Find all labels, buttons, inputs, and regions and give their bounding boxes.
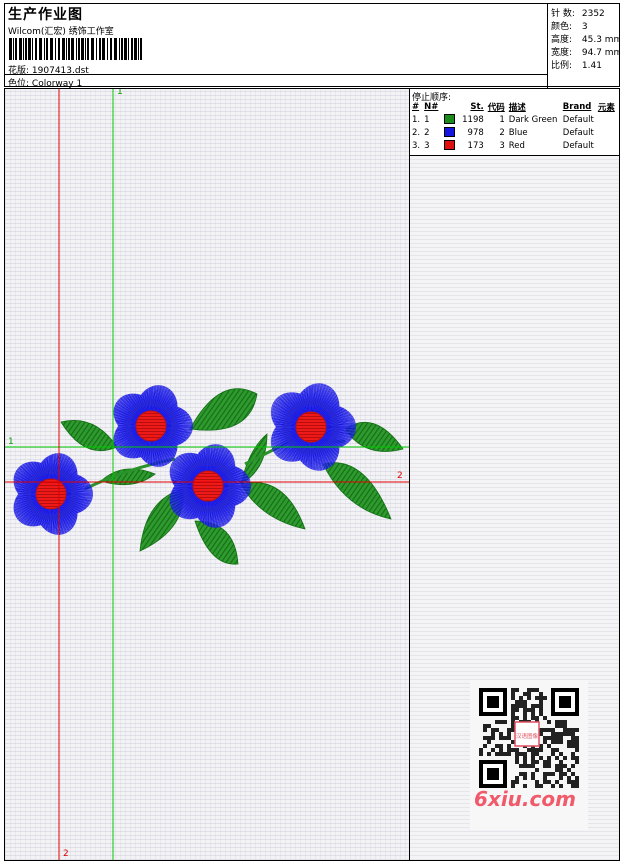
stat-scale: 比例: 1.41 (551, 61, 602, 71)
col-needle: N# (424, 102, 439, 112)
header-divider (547, 4, 548, 88)
stat-width: 宽度: 94.7 mm (551, 48, 620, 58)
table-row[interactable]: 1. 1 1198 1 Dark Green Default (410, 113, 617, 126)
design-filename: 1907413.dst (31, 66, 89, 76)
embroidery-preview (5, 89, 409, 860)
stop-sequence-header: 停止顺序: # N# St. 代码 描述 Brand 元素 1. 1 1198 … (410, 89, 619, 156)
col-stitches: St. (470, 102, 484, 112)
col-brand: Brand (562, 102, 592, 112)
stat-colors: 颜色: 3 (551, 22, 588, 32)
flower (113, 385, 193, 467)
red-horizontal-guide-label: 2 (397, 471, 403, 481)
col-element: 元素 (597, 103, 615, 113)
company-name: Wilcom(汇宏) 绣饰工作室 (8, 27, 114, 37)
green-vertical-guide-label: 1 (117, 88, 123, 97)
stat-height: 高度: 45.3 mm (551, 35, 620, 45)
watermark-logo: 6xiu.com (474, 787, 576, 811)
barcode (9, 38, 142, 60)
flowers-group (13, 383, 356, 535)
flower (270, 383, 356, 471)
col-code: 代码 (487, 103, 505, 113)
leaf (322, 462, 392, 520)
stat-stitches: 针 数: 2352 (551, 9, 605, 19)
design-canvas[interactable]: 1 1 2 2 (4, 88, 410, 861)
col-index: # (412, 102, 420, 112)
red-vertical-guide-label: 2 (63, 849, 69, 859)
page-title: 生产作业图 (8, 7, 83, 23)
col-description: 描述 (508, 103, 526, 113)
table-row[interactable]: 2. 2 978 2 Blue Default (410, 126, 617, 139)
color-sequence-table: # N# St. 代码 描述 Brand 元素 1. 1 1198 1 Dark… (410, 101, 617, 152)
col-color (442, 101, 460, 113)
design-label: 花版: (8, 66, 30, 76)
green-horizontal-guide-label: 1 (8, 437, 14, 447)
leaf (60, 420, 118, 452)
leaf (189, 388, 258, 431)
flower (13, 453, 93, 535)
color-swatch-red (444, 140, 456, 151)
table-row[interactable]: 3. 3 173 3 Red Default (410, 139, 617, 152)
flower (169, 444, 251, 528)
qr-center-logo: 汉语图像 (516, 732, 539, 740)
production-header: 生产作业图 Wilcom(汇宏) 绣饰工作室 花版: 1907413.dst 色… (4, 3, 620, 89)
color-swatch-dark-green (444, 114, 456, 125)
design-file-line: 花版: 1907413.dst (8, 63, 89, 76)
color-swatch-blue (444, 127, 456, 138)
qr-code: 汉语图像 (479, 688, 579, 788)
table-header-row: # N# St. 代码 描述 Brand 元素 (410, 101, 617, 113)
